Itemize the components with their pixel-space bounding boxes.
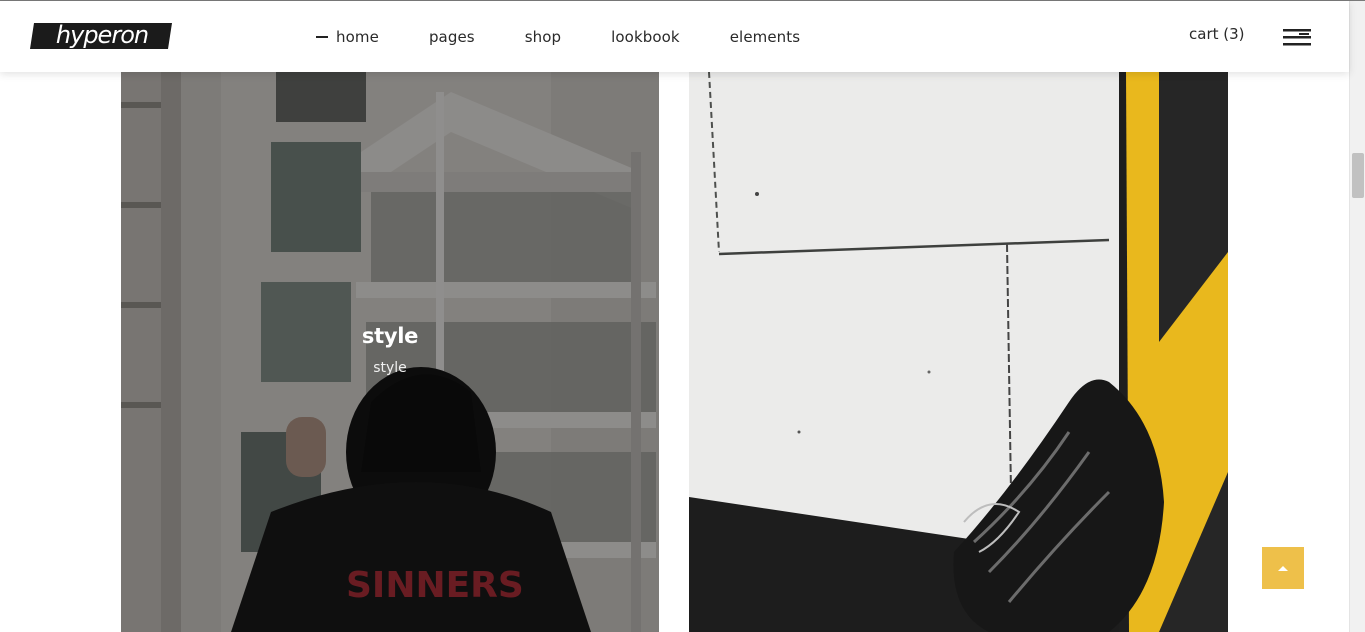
logo-mark: hyperon [30, 23, 172, 49]
card-title[interactable]: style [362, 324, 418, 348]
back-to-top-button[interactable] [1262, 547, 1304, 589]
main-nav: home pages shop lookbook elements [316, 1, 850, 72]
nav-item-lookbook[interactable]: lookbook [611, 28, 680, 46]
nav-item-elements[interactable]: elements [730, 28, 800, 46]
nav-item-shop[interactable]: shop [525, 28, 561, 46]
nav-item-label: shop [524, 27, 562, 46]
card-category: style [373, 360, 407, 376]
card-photo-sneaker [689, 72, 1228, 632]
cart-link[interactable]: cart (3) [1189, 25, 1245, 43]
site-logo[interactable]: hyperon [30, 23, 172, 49]
nav-item-pages[interactable]: pages [429, 28, 475, 46]
site-header: hyperon home pages shop lookbook element… [0, 1, 1349, 72]
logo-text: hyperon [56, 23, 148, 49]
hamburger-menu-icon[interactable] [1283, 27, 1313, 47]
active-indicator [316, 35, 328, 38]
nav-item-home[interactable]: home [316, 28, 379, 46]
nav-item-label: elements [729, 27, 801, 46]
arrow-up-icon [1278, 565, 1288, 571]
nav-item-label: home [336, 27, 379, 46]
card-hover-overlay: style style [121, 72, 659, 632]
lookbook-card[interactable]: SINNERS style style [121, 72, 659, 632]
nav-item-label: pages [428, 27, 475, 46]
lookbook-card[interactable] [689, 72, 1228, 632]
scrollbar-thumb[interactable] [1352, 153, 1364, 198]
nav-item-label: lookbook [611, 27, 680, 46]
page-scrollbar[interactable] [1349, 1, 1365, 632]
